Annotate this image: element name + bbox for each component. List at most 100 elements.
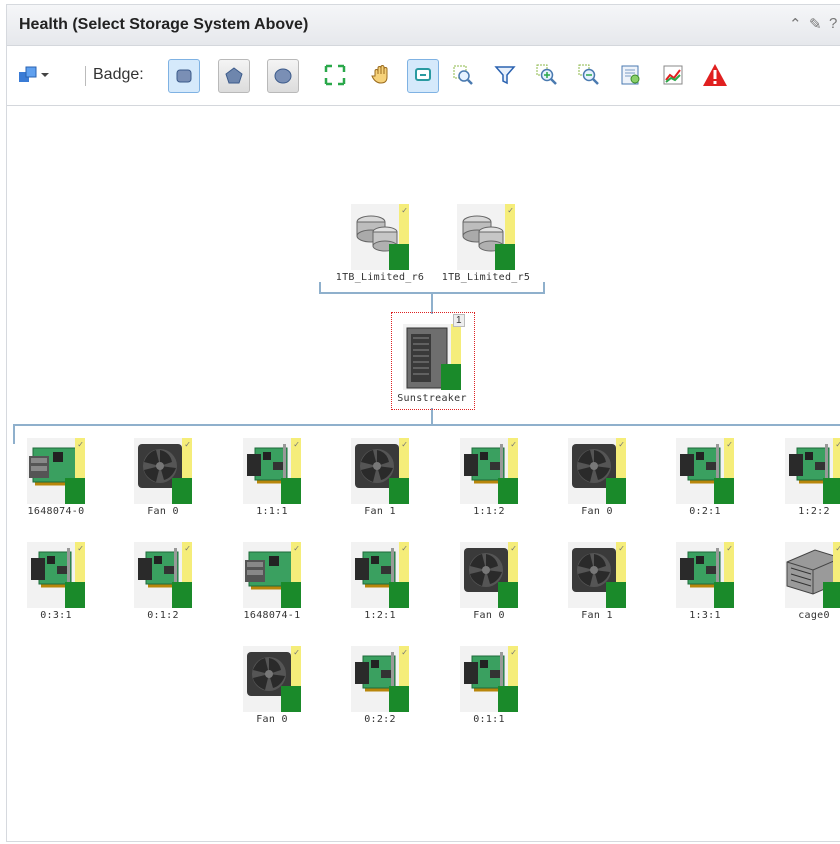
check-icon: ✓ bbox=[77, 440, 84, 449]
status-ok-indicator bbox=[498, 582, 518, 608]
component-node[interactable]: ✓ bbox=[454, 646, 524, 712]
check-icon: ✓ bbox=[293, 440, 300, 449]
check-icon: ✓ bbox=[401, 648, 408, 657]
pan-icon[interactable] bbox=[367, 61, 395, 89]
component-node[interactable]: ✓ bbox=[237, 542, 307, 608]
component-node[interactable]: ✓ bbox=[670, 542, 740, 608]
component-node[interactable]: ✓ bbox=[128, 542, 198, 608]
system-downlink bbox=[431, 408, 433, 424]
component-label: Fan 0 bbox=[256, 714, 288, 725]
component-node[interactable]: ✓ bbox=[237, 438, 307, 504]
status-ok-indicator bbox=[65, 478, 85, 504]
status-ok-indicator bbox=[714, 582, 734, 608]
badge-health-icon[interactable] bbox=[168, 59, 200, 93]
volume-label: 1TB_Limited_r6 bbox=[335, 272, 425, 283]
component-label: Fan 0 bbox=[581, 506, 613, 517]
component-bus bbox=[13, 424, 840, 426]
component-label: 1648074-0 bbox=[27, 506, 85, 517]
zoom-out-icon[interactable] bbox=[575, 61, 603, 89]
status-ok-indicator bbox=[389, 686, 409, 712]
component-node[interactable]: ✓ bbox=[562, 542, 632, 608]
check-icon: ✓ bbox=[510, 440, 517, 449]
component-node[interactable]: ✓ bbox=[345, 438, 415, 504]
component-node[interactable]: ✓ bbox=[779, 438, 840, 504]
component-node[interactable]: ✓ bbox=[562, 438, 632, 504]
component-node[interactable]: ✓ bbox=[454, 542, 524, 608]
volume-label: 1TB_Limited_r5 bbox=[441, 272, 531, 283]
health-panel: Health (Select Storage System Above) ⌃ ✎… bbox=[6, 4, 840, 842]
component-node[interactable]: ✓ bbox=[21, 438, 91, 504]
component-label: 1:2:2 bbox=[798, 506, 830, 517]
topology-canvas[interactable]: ✓ 1TB_Limited_r6 ✓ 1TB_Limited_r5 1 Suns… bbox=[7, 106, 840, 841]
status-ok-indicator bbox=[281, 478, 301, 504]
edit-icon[interactable]: ✎ bbox=[809, 15, 822, 33]
component-node[interactable]: ✓ bbox=[237, 646, 307, 712]
component-label: Fan 1 bbox=[364, 506, 396, 517]
badge-pentagon-icon[interactable] bbox=[218, 59, 250, 93]
component-label: 1648074-1 bbox=[243, 610, 301, 621]
check-icon: ✓ bbox=[510, 648, 517, 657]
check-icon: ✓ bbox=[726, 440, 733, 449]
component-node[interactable]: ✓ bbox=[454, 438, 524, 504]
zoom-in-icon[interactable] bbox=[533, 61, 561, 89]
status-ok-indicator bbox=[606, 582, 626, 608]
toolbar-separator bbox=[85, 66, 86, 86]
check-icon: ✓ bbox=[618, 440, 625, 449]
badge-shape-icon[interactable] bbox=[267, 59, 299, 93]
panel-title: Health (Select Storage System Above) bbox=[19, 16, 309, 33]
volume-node[interactable]: ✓ bbox=[451, 204, 521, 270]
component-label: 1:1:2 bbox=[473, 506, 505, 517]
component-label: 1:2:1 bbox=[364, 610, 396, 621]
properties-icon[interactable] bbox=[617, 61, 645, 89]
check-icon: ✓ bbox=[293, 648, 300, 657]
system-label: Sunstreaker bbox=[397, 393, 467, 404]
component-label: 0:1:2 bbox=[147, 610, 179, 621]
component-label: 0:3:1 bbox=[40, 610, 72, 621]
badge-label: Badge: bbox=[93, 66, 144, 83]
status-ok-indicator bbox=[281, 582, 301, 608]
status-ok-indicator bbox=[172, 582, 192, 608]
toolbar: Badge: bbox=[7, 46, 840, 106]
component-label: Fan 0 bbox=[473, 610, 505, 621]
status-ok-indicator bbox=[389, 244, 409, 270]
component-node[interactable]: ✓ bbox=[670, 438, 740, 504]
component-node[interactable]: ✓ bbox=[345, 646, 415, 712]
status-ok-indicator bbox=[389, 582, 409, 608]
volume-node[interactable]: ✓ bbox=[345, 204, 415, 270]
check-icon: ✓ bbox=[401, 206, 408, 215]
status-ok-indicator bbox=[172, 478, 192, 504]
check-icon: ✓ bbox=[835, 440, 840, 449]
component-node[interactable]: ✓ bbox=[779, 542, 840, 608]
status-ok-indicator bbox=[65, 582, 85, 608]
status-ok-indicator bbox=[441, 364, 461, 390]
filter-icon[interactable] bbox=[491, 61, 519, 89]
component-label: 0:2:1 bbox=[689, 506, 721, 517]
fit-icon[interactable] bbox=[321, 61, 349, 89]
component-node[interactable]: ✓ bbox=[21, 542, 91, 608]
volume-connector-right bbox=[543, 282, 545, 294]
component-node[interactable]: ✓ bbox=[128, 438, 198, 504]
component-node[interactable]: ✓ bbox=[345, 542, 415, 608]
check-icon: ✓ bbox=[835, 544, 840, 553]
system-uplink bbox=[431, 294, 433, 314]
layout-menu-icon[interactable] bbox=[17, 61, 53, 89]
chart-icon[interactable] bbox=[659, 61, 687, 89]
check-icon: ✓ bbox=[293, 544, 300, 553]
check-icon: ✓ bbox=[77, 544, 84, 553]
system-node[interactable] bbox=[397, 324, 467, 390]
alert-icon[interactable] bbox=[701, 61, 729, 89]
check-icon: ✓ bbox=[401, 440, 408, 449]
status-ok-indicator bbox=[823, 478, 840, 504]
system-count-badge: 1 bbox=[453, 314, 465, 327]
component-label: Fan 1 bbox=[581, 610, 613, 621]
component-label: Fan 0 bbox=[147, 506, 179, 517]
check-icon: ✓ bbox=[184, 440, 191, 449]
help-icon[interactable]: ? bbox=[829, 15, 837, 32]
collapse-icon[interactable]: ⌃ bbox=[789, 15, 802, 33]
zoom-area-icon[interactable] bbox=[449, 61, 477, 89]
status-ok-indicator bbox=[714, 478, 734, 504]
check-icon: ✓ bbox=[726, 544, 733, 553]
volume-connector-left bbox=[319, 282, 321, 294]
select-icon[interactable] bbox=[407, 59, 439, 93]
component-label: 0:2:2 bbox=[364, 714, 396, 725]
